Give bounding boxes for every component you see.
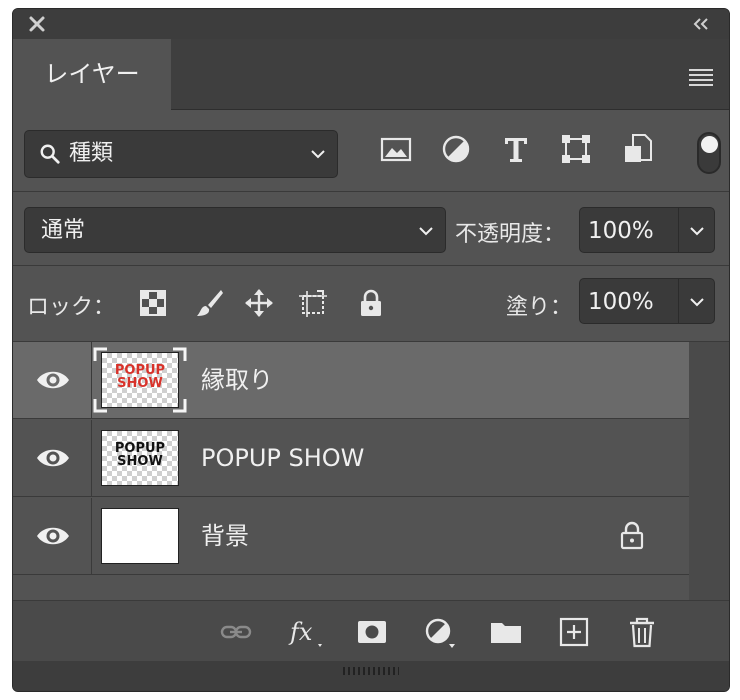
lock-image-pixels-icon[interactable] [193, 287, 225, 319]
smart-object-icon[interactable] [621, 132, 655, 166]
fx-icon[interactable]: fx [287, 615, 327, 649]
opacity-value: 100% [588, 218, 654, 244]
layer-name: 背景 [201, 522, 249, 550]
layer-thumbnail [101, 508, 179, 564]
layer-row-popup-show[interactable]: POPUP SHOW POPUP SHOW [13, 420, 689, 497]
svg-text:fx: fx [288, 618, 313, 646]
filter-kind-label: 種類 [69, 141, 114, 166]
panel-menu-icon[interactable] [687, 67, 715, 87]
panel-footer: fx [13, 600, 729, 661]
chevron-down-icon[interactable] [688, 292, 706, 312]
blend-mode-value: 通常 [41, 218, 86, 243]
thumbnail-text: POPUP SHOW [114, 441, 166, 469]
adjustment-layer-icon[interactable] [423, 615, 457, 649]
adjustment-icon[interactable] [439, 132, 473, 166]
fill-field[interactable]: 100% [579, 278, 715, 324]
image-icon[interactable] [379, 132, 413, 166]
divider [13, 265, 729, 266]
tab-layers[interactable]: レイヤー [13, 39, 171, 110]
visibility-cell[interactable] [13, 420, 92, 496]
lock-icon[interactable] [617, 520, 647, 550]
shape-icon[interactable] [559, 132, 593, 166]
filter-toggle[interactable] [697, 132, 721, 174]
eye-icon[interactable] [35, 366, 71, 394]
layers-panel: レイヤー 種類 通常 不透明度： 100% ロック： 塗り： 100% POPU… [12, 8, 730, 692]
chevron-down-icon[interactable] [688, 221, 706, 241]
blend-mode-select[interactable]: 通常 [24, 207, 446, 253]
layers-list: POPUP SHOW 縁取り POPUP SHOW POPUP SHOW 背景 [13, 342, 689, 587]
chevron-down-icon [419, 227, 433, 236]
eye-icon[interactable] [35, 522, 71, 550]
lock-label: ロック： [27, 295, 116, 320]
divider [13, 191, 729, 192]
link-icon[interactable] [219, 615, 253, 649]
eye-icon[interactable] [35, 444, 71, 472]
layer-name: 縁取り [201, 366, 273, 394]
new-layer-icon[interactable] [557, 615, 591, 649]
filter-row: 種類 [13, 122, 729, 184]
trash-icon[interactable] [625, 615, 659, 649]
opacity-label: 不透明度： [455, 222, 566, 247]
layer-name: POPUP SHOW [201, 444, 365, 472]
visibility-cell[interactable] [13, 498, 92, 574]
visibility-cell[interactable] [13, 342, 92, 418]
opacity-dropdown-divider [678, 208, 679, 252]
collapse-panel-icon[interactable] [691, 14, 711, 34]
layer-thumbnail: POPUP SHOW [101, 430, 179, 486]
lock-all-icon[interactable] [355, 287, 387, 319]
layer-row-border[interactable]: POPUP SHOW 縁取り [13, 342, 689, 419]
fill-value: 100% [588, 289, 654, 315]
chevron-down-icon [311, 150, 325, 159]
opacity-field[interactable]: 100% [579, 207, 715, 253]
lock-artboard-icon[interactable] [297, 287, 329, 319]
fill-dropdown-divider [678, 279, 679, 323]
close-icon[interactable] [27, 14, 47, 34]
mask-icon[interactable] [355, 615, 389, 649]
filter-kind-select[interactable]: 種類 [24, 130, 338, 178]
group-folder-icon[interactable] [489, 615, 523, 649]
panel-titlebar [13, 9, 729, 39]
lock-position-icon[interactable] [243, 287, 275, 319]
layers-scrollbar[interactable] [689, 342, 729, 600]
resize-grip[interactable] [343, 667, 399, 675]
layer-row-background[interactable]: 背景 [13, 498, 689, 575]
panel-tabbar: レイヤー [13, 39, 729, 110]
type-icon[interactable] [499, 132, 533, 166]
panel-resize-bar[interactable] [13, 661, 729, 691]
selected-thumbnail-frame [93, 347, 187, 413]
fill-label: 塗り： [506, 295, 573, 320]
lock-transparent-pixels-icon[interactable] [137, 287, 169, 319]
filter-toggle-knob [701, 136, 718, 153]
search-icon [40, 144, 60, 164]
